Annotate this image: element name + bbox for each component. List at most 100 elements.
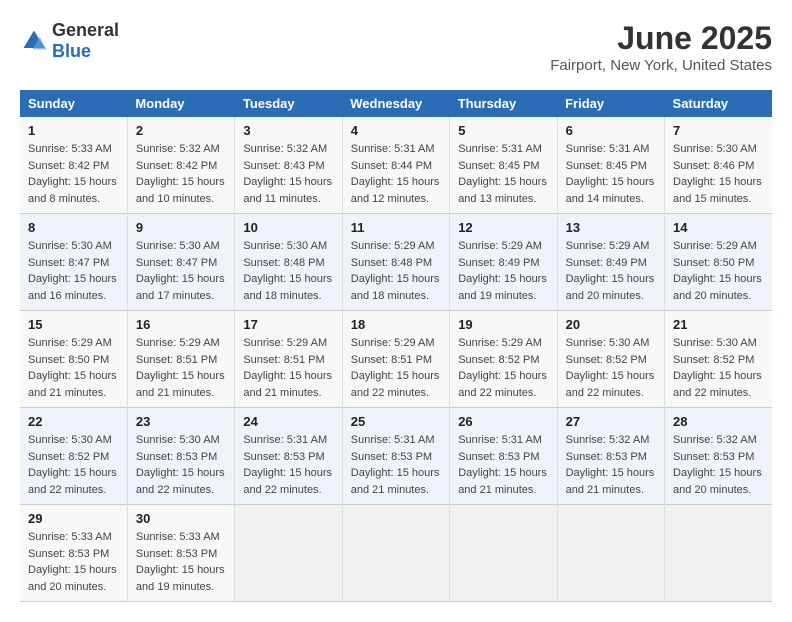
day-info: Sunrise: 5:29 AMSunset: 8:48 PMDaylight:…	[351, 240, 440, 302]
day-number: 26	[458, 414, 548, 429]
day-info: Sunrise: 5:30 AMSunset: 8:47 PMDaylight:…	[28, 240, 117, 302]
day-info: Sunrise: 5:33 AMSunset: 8:42 PMDaylight:…	[28, 143, 117, 205]
day-number: 22	[28, 414, 119, 429]
day-number: 28	[673, 414, 764, 429]
day-number: 11	[351, 220, 441, 235]
day-info: Sunrise: 5:29 AMSunset: 8:52 PMDaylight:…	[458, 337, 547, 399]
header-day-tuesday: Tuesday	[235, 90, 342, 117]
day-info: Sunrise: 5:30 AMSunset: 8:48 PMDaylight:…	[243, 240, 332, 302]
calendar-cell: 22 Sunrise: 5:30 AMSunset: 8:52 PMDayligh…	[20, 408, 127, 505]
calendar-cell: 13 Sunrise: 5:29 AMSunset: 8:49 PMDayligh…	[557, 214, 664, 311]
calendar-cell: 24 Sunrise: 5:31 AMSunset: 8:53 PMDayligh…	[235, 408, 342, 505]
calendar-cell: 27 Sunrise: 5:32 AMSunset: 8:53 PMDayligh…	[557, 408, 664, 505]
day-info: Sunrise: 5:31 AMSunset: 8:44 PMDaylight:…	[351, 143, 440, 205]
day-info: Sunrise: 5:32 AMSunset: 8:53 PMDaylight:…	[673, 434, 762, 496]
day-number: 27	[566, 414, 656, 429]
day-number: 13	[566, 220, 656, 235]
day-number: 23	[136, 414, 226, 429]
day-info: Sunrise: 5:31 AMSunset: 8:45 PMDaylight:…	[566, 143, 655, 205]
calendar-cell: 6 Sunrise: 5:31 AMSunset: 8:45 PMDaylight…	[557, 117, 664, 214]
day-info: Sunrise: 5:33 AMSunset: 8:53 PMDaylight:…	[28, 531, 117, 593]
day-number: 5	[458, 123, 548, 138]
day-number: 30	[136, 511, 226, 526]
day-number: 4	[351, 123, 441, 138]
day-info: Sunrise: 5:31 AMSunset: 8:53 PMDaylight:…	[243, 434, 332, 496]
day-number: 16	[136, 317, 226, 332]
calendar-cell: 15Sunrise: 5:29 AMSunset: 8:50 PMDayligh…	[20, 311, 127, 408]
logo-text: General Blue	[52, 20, 119, 62]
day-number: 19	[458, 317, 548, 332]
day-info: Sunrise: 5:32 AMSunset: 8:43 PMDaylight:…	[243, 143, 332, 205]
calendar-cell: 28 Sunrise: 5:32 AMSunset: 8:53 PMDayligh…	[665, 408, 772, 505]
day-number: 17	[243, 317, 333, 332]
day-number: 14	[673, 220, 764, 235]
day-number: 1	[28, 123, 119, 138]
day-number: 10	[243, 220, 333, 235]
day-number: 9	[136, 220, 226, 235]
week-row-3: 15Sunrise: 5:29 AMSunset: 8:50 PMDayligh…	[20, 311, 772, 408]
day-info: Sunrise: 5:29 AMSunset: 8:49 PMDaylight:…	[566, 240, 655, 302]
header-day-wednesday: Wednesday	[342, 90, 449, 117]
header-day-saturday: Saturday	[665, 90, 772, 117]
calendar-cell: 21 Sunrise: 5:30 AMSunset: 8:52 PMDayligh…	[665, 311, 772, 408]
logo: General Blue	[20, 20, 119, 62]
day-info: Sunrise: 5:31 AMSunset: 8:53 PMDaylight:…	[351, 434, 440, 496]
calendar-cell	[450, 505, 557, 602]
day-info: Sunrise: 5:30 AMSunset: 8:47 PMDaylight:…	[136, 240, 225, 302]
week-row-5: 29 Sunrise: 5:33 AMSunset: 8:53 PMDayligh…	[20, 505, 772, 602]
calendar-cell: 11 Sunrise: 5:29 AMSunset: 8:48 PMDayligh…	[342, 214, 449, 311]
calendar-cell: 17Sunrise: 5:29 AMSunset: 8:51 PMDayligh…	[235, 311, 342, 408]
calendar-cell: 8Sunrise: 5:30 AMSunset: 8:47 PMDaylight…	[20, 214, 127, 311]
day-info: Sunrise: 5:32 AMSunset: 8:53 PMDaylight:…	[566, 434, 655, 496]
day-info: Sunrise: 5:30 AMSunset: 8:46 PMDaylight:…	[673, 143, 762, 205]
subtitle: Fairport, New York, United States	[550, 57, 772, 74]
calendar-cell: 25Sunrise: 5:31 AMSunset: 8:53 PMDayligh…	[342, 408, 449, 505]
page-header: General Blue June 2025 Fairport, New Yor…	[20, 20, 772, 74]
calendar-cell: 20 Sunrise: 5:30 AMSunset: 8:52 PMDayligh…	[557, 311, 664, 408]
day-info: Sunrise: 5:30 AMSunset: 8:52 PMDaylight:…	[28, 434, 117, 496]
calendar-cell: 4 Sunrise: 5:31 AMSunset: 8:44 PMDaylight…	[342, 117, 449, 214]
logo-icon	[20, 27, 48, 55]
calendar-cell: 3Sunrise: 5:32 AMSunset: 8:43 PMDaylight…	[235, 117, 342, 214]
day-number: 20	[566, 317, 656, 332]
calendar-cell: 16Sunrise: 5:29 AMSunset: 8:51 PMDayligh…	[127, 311, 234, 408]
day-info: Sunrise: 5:32 AMSunset: 8:42 PMDaylight:…	[136, 143, 225, 205]
header-day-thursday: Thursday	[450, 90, 557, 117]
header-day-sunday: Sunday	[20, 90, 127, 117]
day-info: Sunrise: 5:29 AMSunset: 8:50 PMDaylight:…	[28, 337, 117, 399]
logo-blue: Blue	[52, 41, 91, 61]
logo-general: General	[52, 20, 119, 40]
calendar-cell: 19 Sunrise: 5:29 AMSunset: 8:52 PMDayligh…	[450, 311, 557, 408]
title-block: June 2025 Fairport, New York, United Sta…	[550, 20, 772, 74]
day-number: 24	[243, 414, 333, 429]
calendar-cell	[665, 505, 772, 602]
day-info: Sunrise: 5:30 AMSunset: 8:52 PMDaylight:…	[566, 337, 655, 399]
header-day-friday: Friday	[557, 90, 664, 117]
calendar-cell: 14 Sunrise: 5:29 AMSunset: 8:50 PMDayligh…	[665, 214, 772, 311]
day-info: Sunrise: 5:29 AMSunset: 8:50 PMDaylight:…	[673, 240, 762, 302]
calendar-cell: 5 Sunrise: 5:31 AMSunset: 8:45 PMDaylight…	[450, 117, 557, 214]
calendar-cell	[557, 505, 664, 602]
calendar-cell: 2 Sunrise: 5:32 AMSunset: 8:42 PMDaylight…	[127, 117, 234, 214]
calendar-cell	[235, 505, 342, 602]
header-day-monday: Monday	[127, 90, 234, 117]
day-number: 2	[136, 123, 226, 138]
day-info: Sunrise: 5:30 AMSunset: 8:52 PMDaylight:…	[673, 337, 762, 399]
day-info: Sunrise: 5:31 AMSunset: 8:45 PMDaylight:…	[458, 143, 547, 205]
calendar-cell: 7 Sunrise: 5:30 AMSunset: 8:46 PMDaylight…	[665, 117, 772, 214]
day-number: 7	[673, 123, 764, 138]
calendar-cell: 12Sunrise: 5:29 AMSunset: 8:49 PMDayligh…	[450, 214, 557, 311]
calendar-cell: 26Sunrise: 5:31 AMSunset: 8:53 PMDayligh…	[450, 408, 557, 505]
day-number: 6	[566, 123, 656, 138]
calendar-cell: 30 Sunrise: 5:33 AMSunset: 8:53 PMDayligh…	[127, 505, 234, 602]
header-row: SundayMondayTuesdayWednesdayThursdayFrid…	[20, 90, 772, 117]
week-row-2: 8Sunrise: 5:30 AMSunset: 8:47 PMDaylight…	[20, 214, 772, 311]
day-number: 21	[673, 317, 764, 332]
day-info: Sunrise: 5:29 AMSunset: 8:49 PMDaylight:…	[458, 240, 547, 302]
day-info: Sunrise: 5:33 AMSunset: 8:53 PMDaylight:…	[136, 531, 225, 593]
day-number: 29	[28, 511, 119, 526]
main-title: June 2025	[550, 20, 772, 57]
calendar-cell: 10 Sunrise: 5:30 AMSunset: 8:48 PMDayligh…	[235, 214, 342, 311]
day-number: 18	[351, 317, 441, 332]
week-row-1: 1 Sunrise: 5:33 AMSunset: 8:42 PMDaylight…	[20, 117, 772, 214]
